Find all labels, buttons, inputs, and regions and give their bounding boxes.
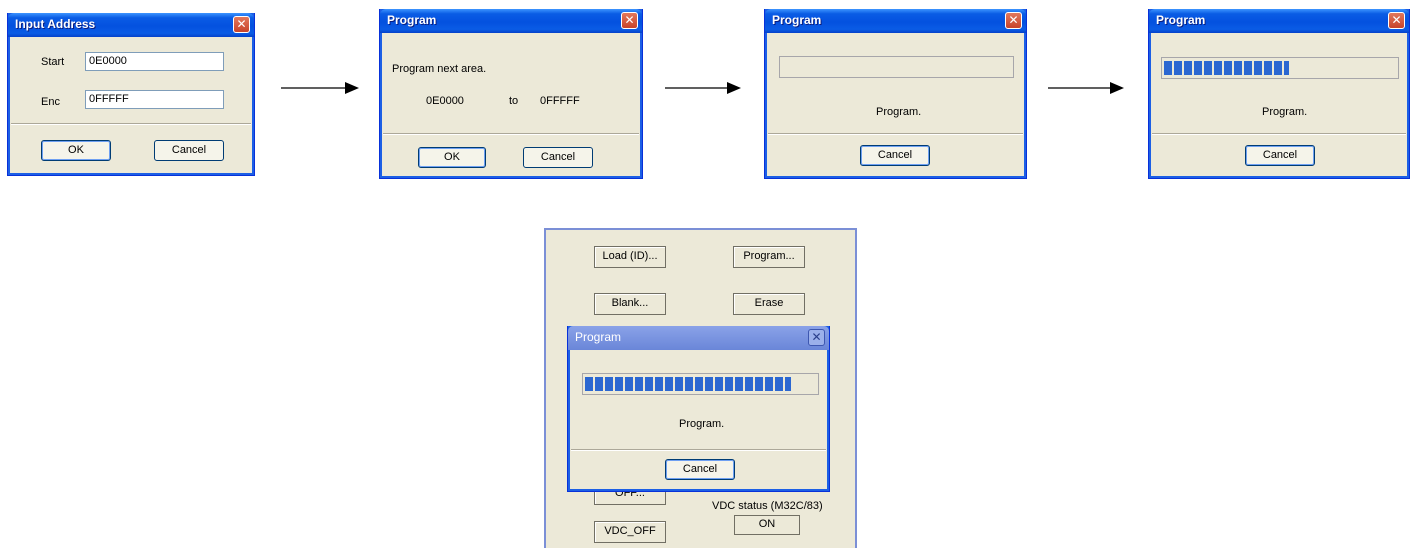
separator (768, 133, 1023, 135)
close-icon[interactable]: ✕ (1005, 12, 1022, 29)
program-button[interactable]: Program... (733, 246, 805, 268)
cancel-button[interactable]: Cancel (860, 145, 930, 166)
status-text: Program. (876, 106, 922, 118)
progress-fill (1164, 61, 1289, 75)
cancel-button[interactable]: Cancel (523, 147, 593, 168)
to-address: 0FFFFF (540, 95, 580, 107)
program-confirm-dialog: Program ✕ Program next area. 0E0000 to 0… (379, 9, 643, 179)
separator (1152, 133, 1406, 135)
input-address-dialog: Input Address ✕ Start 0E0000 Enc 0FFFFF … (7, 13, 255, 176)
message-text: Program next area. (392, 63, 487, 75)
separator (11, 123, 251, 125)
status-text: Program. (679, 418, 725, 430)
end-address-field[interactable]: 0FFFFF (85, 90, 224, 109)
dialog-title: Program (575, 330, 622, 344)
title-bar[interactable]: Program ✕ (765, 9, 1026, 33)
dialog-title: Input Address (15, 17, 96, 31)
title-bar[interactable]: Program ✕ (1149, 9, 1409, 33)
progress-bar (1161, 57, 1399, 79)
ok-button[interactable]: OK (41, 140, 111, 161)
start-address-field[interactable]: 0E0000 (85, 52, 224, 71)
end-label: Enc (41, 96, 60, 108)
separator (383, 133, 639, 135)
cancel-button[interactable]: Cancel (665, 459, 735, 480)
title-bar[interactable]: Program ✕ (568, 326, 829, 350)
arrow-right-icon (1048, 82, 1124, 94)
status-text: Program. (1262, 106, 1308, 118)
erase-button[interactable]: Erase (733, 293, 805, 315)
ok-button[interactable]: OK (418, 147, 486, 168)
start-label: Start (41, 56, 65, 68)
arrow-right-icon (665, 82, 741, 94)
program-progress-dialog: Program ✕ Program. Cancel (567, 326, 830, 492)
program-progress-dialog: Program ✕ Program. Cancel (764, 9, 1027, 179)
close-icon[interactable]: ✕ (621, 12, 638, 29)
progress-fill (585, 377, 791, 391)
dialog-title: Program (772, 13, 822, 27)
close-icon[interactable]: ✕ (233, 16, 250, 33)
progress-bar (582, 373, 819, 395)
close-icon[interactable]: ✕ (808, 329, 825, 346)
load-id-button[interactable]: Load (ID)... (594, 246, 666, 268)
to-label: to (509, 95, 519, 107)
vdc-status-value: ON (734, 515, 800, 535)
title-bar[interactable]: Input Address ✕ (8, 13, 254, 37)
title-bar[interactable]: Program ✕ (380, 9, 642, 33)
dialog-title: Program (387, 13, 437, 27)
vdc-off-button[interactable]: VDC_OFF (594, 521, 666, 543)
dialog-title: Program (1156, 13, 1206, 27)
close-icon[interactable]: ✕ (1388, 12, 1405, 29)
cancel-button[interactable]: Cancel (154, 140, 224, 161)
cancel-button[interactable]: Cancel (1245, 145, 1315, 166)
arrow-right-icon (281, 82, 359, 94)
separator (571, 449, 826, 451)
progress-bar (779, 56, 1014, 78)
blank-button[interactable]: Blank... (594, 293, 666, 315)
program-progress-dialog: Program ✕ Program. Cancel (1148, 9, 1410, 179)
vdc-status-label: VDC status (M32C/83) (712, 500, 823, 512)
from-address: 0E0000 (426, 95, 464, 107)
